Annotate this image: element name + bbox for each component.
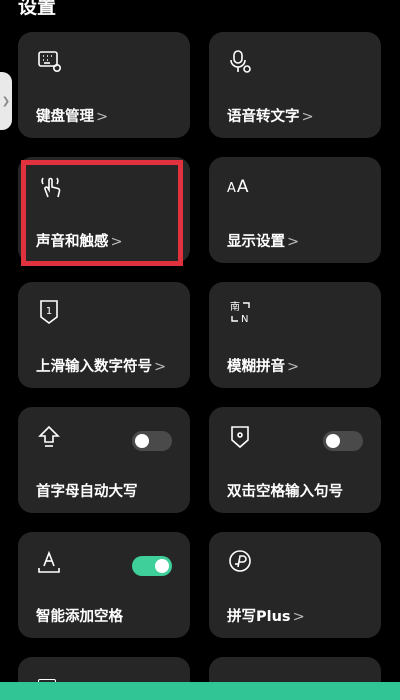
tile-label: 声音和触感 — [36, 234, 109, 250]
tile-smart-spacing: 智能添加空格 — [18, 532, 190, 638]
chevron-right-icon: > — [292, 609, 305, 625]
swipe-number-icon: 1 — [36, 298, 64, 326]
svg-text:N: N — [241, 314, 248, 325]
microphone-settings-icon — [227, 48, 255, 76]
side-panel-handle[interactable]: ❯ — [0, 72, 12, 130]
chevron-right-icon: > — [96, 109, 109, 125]
toggle-knob — [135, 434, 149, 448]
capitalize-icon — [36, 423, 64, 451]
tile-sound-and-haptics[interactable]: 声音和触感 > — [18, 157, 190, 263]
chevron-right-icon: > — [301, 109, 314, 125]
chevron-right-icon: ❯ — [1, 95, 11, 107]
smart-spacing-toggle[interactable] — [132, 556, 172, 576]
chevron-right-icon: > — [154, 359, 167, 375]
page-title: 设置 — [18, 0, 57, 18]
touch-vibrate-icon — [36, 173, 64, 201]
tile-spell-plus[interactable]: 拼写Plus > — [209, 532, 381, 638]
font-size-icon: AA — [227, 177, 250, 197]
toggle-knob — [326, 434, 340, 448]
tile-label: 显示设置 — [227, 234, 285, 250]
bottom-accent-bar — [0, 682, 400, 700]
tile-label: 上滑输入数字符号 — [36, 359, 152, 375]
tile-label: 双击空格输入句号 — [227, 484, 343, 500]
svg-text:南: 南 — [230, 300, 240, 313]
tile-auto-capitalize: 首字母自动大写 — [18, 407, 190, 513]
tile-double-space-period: 双击空格输入句号 — [209, 407, 381, 513]
tile-keyboard-management[interactable]: 键盘管理 > — [18, 32, 190, 138]
double-space-period-toggle[interactable] — [323, 431, 363, 451]
tile-display-settings[interactable]: AA 显示设置 > — [209, 157, 381, 263]
toggle-knob — [155, 559, 169, 573]
tile-swipe-up-numbers[interactable]: 1 上滑输入数字符号 > — [18, 282, 190, 388]
tile-label: 键盘管理 — [36, 109, 94, 125]
tile-label: 语音转文字 — [227, 109, 300, 125]
space-icon — [36, 548, 64, 576]
auto-capitalize-toggle[interactable] — [132, 431, 172, 451]
tile-label: 拼写Plus — [227, 609, 291, 625]
chevron-right-icon: > — [110, 234, 123, 250]
spell-plus-icon — [227, 548, 255, 576]
tile-speech-to-text[interactable]: 语音转文字 > — [209, 32, 381, 138]
tile-fuzzy-pinyin[interactable]: 南 N 模糊拼音 > — [209, 282, 381, 388]
tile-label: 智能添加空格 — [36, 609, 123, 625]
period-shield-icon — [227, 423, 255, 451]
svg-text:1: 1 — [46, 306, 52, 317]
tile-label: 首字母自动大写 — [36, 484, 138, 500]
chevron-right-icon: > — [287, 234, 300, 250]
tile-label: 模糊拼音 — [227, 359, 285, 375]
chevron-right-icon: > — [287, 359, 300, 375]
fuzzy-pinyin-icon: 南 N — [227, 298, 255, 326]
keyboard-settings-icon — [36, 48, 64, 76]
